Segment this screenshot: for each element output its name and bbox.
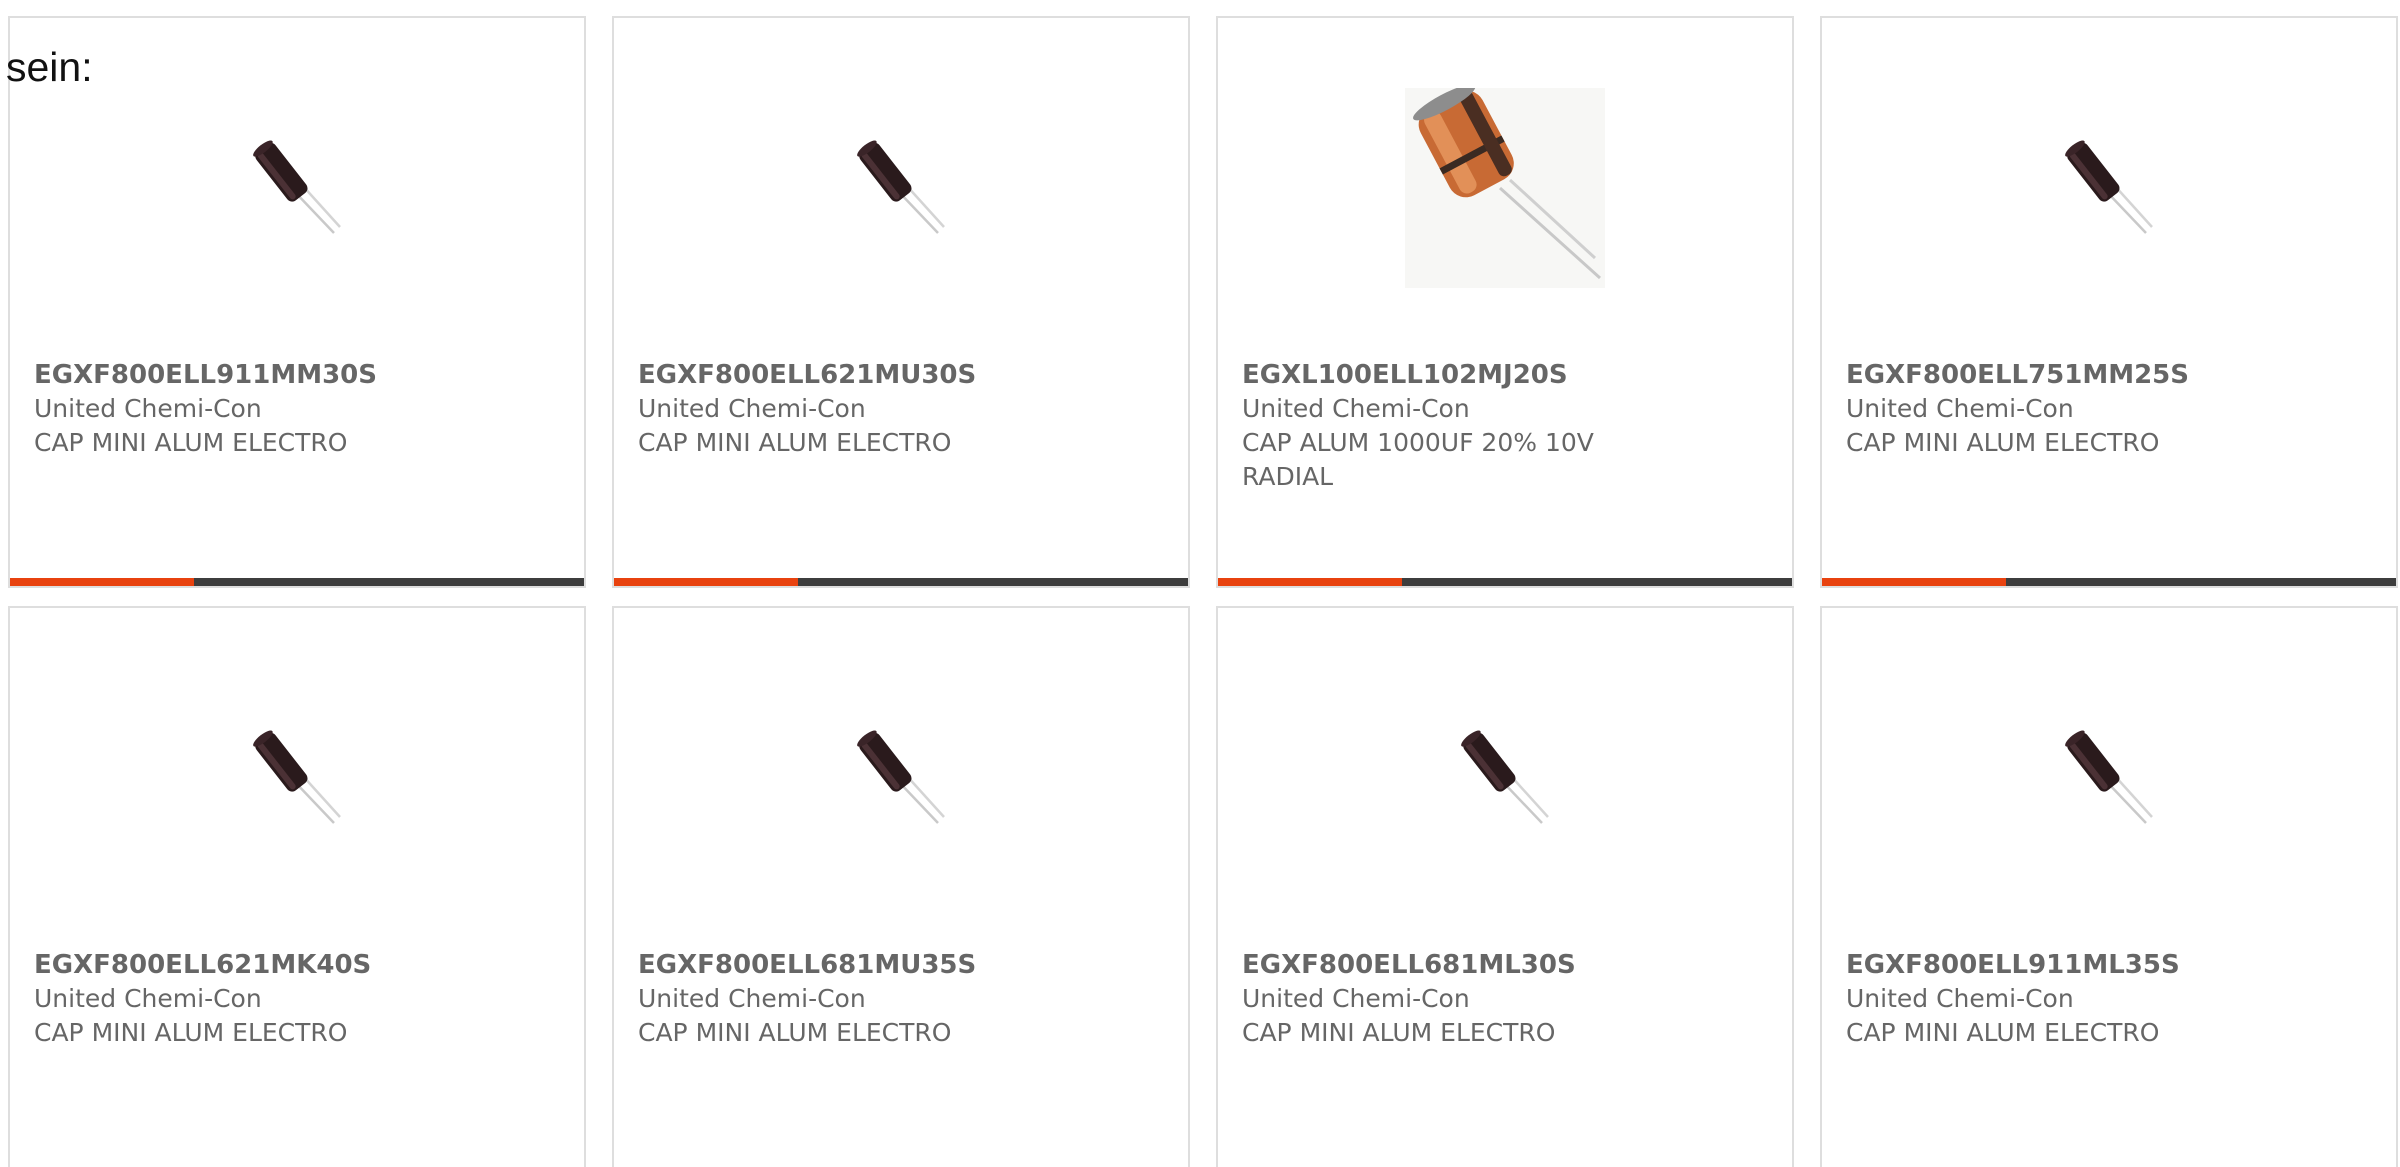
product-image: [614, 88, 1188, 288]
part-number[interactable]: EGXL100ELL102MJ20S: [1242, 358, 1768, 392]
card-accent-bar-fill: [614, 578, 798, 586]
product-description: CAP MINI ALUM ELECTRO: [1242, 1018, 1556, 1047]
product-info: EGXF800ELL911ML35S United Chemi-Con CAP …: [1846, 948, 2372, 1050]
manufacturer-name: United Chemi-Con: [34, 394, 262, 423]
small-black-capacitor-icon: [253, 730, 341, 824]
intro-text: sein:: [6, 44, 93, 90]
small-black-capacitor-icon: [1461, 730, 1549, 824]
small-black-capacitor-icon: [253, 140, 341, 234]
product-image: [614, 678, 1188, 878]
product-info: EGXF800ELL681MU35S United Chemi-Con CAP …: [638, 948, 1164, 1050]
part-number[interactable]: EGXF800ELL911ML35S: [1846, 948, 2372, 982]
product-info: EGXF800ELL621MK40S United Chemi-Con CAP …: [34, 948, 560, 1050]
manufacturer-name: United Chemi-Con: [34, 984, 262, 1013]
product-info: EGXL100ELL102MJ20S United Chemi-Con CAP …: [1242, 358, 1768, 494]
product-image: [10, 88, 584, 288]
product-image: [10, 678, 584, 878]
manufacturer-name: United Chemi-Con: [638, 984, 866, 1013]
card-accent-bar-fill: [1218, 578, 1402, 586]
small-black-capacitor-icon: [857, 730, 945, 824]
product-card[interactable]: EGXF800ELL621MU30S United Chemi-Con CAP …: [612, 16, 1190, 588]
card-accent-bar: [1822, 578, 2396, 586]
card-accent-bar-fill: [1822, 578, 2006, 586]
product-description: CAP MINI ALUM ELECTRO: [34, 1018, 348, 1047]
part-number[interactable]: EGXF800ELL681ML30S: [1242, 948, 1768, 982]
product-image: [1218, 88, 1792, 288]
product-info: EGXF800ELL911MM30S United Chemi-Con CAP …: [34, 358, 560, 460]
product-card[interactable]: EGXF800ELL621MK40S United Chemi-Con CAP …: [8, 606, 586, 1167]
product-info: EGXF800ELL681ML30S United Chemi-Con CAP …: [1242, 948, 1768, 1050]
product-image: [1218, 678, 1792, 878]
card-accent-bar-fill: [10, 578, 194, 586]
product-card[interactable]: EGXF800ELL911ML35S United Chemi-Con CAP …: [1820, 606, 2398, 1167]
manufacturer-name: United Chemi-Con: [1242, 984, 1470, 1013]
card-accent-bar: [10, 578, 584, 586]
page: sein: EGXF800ELL911MM30S United Chemi-Co…: [0, 0, 2400, 1167]
card-accent-bar: [1218, 578, 1792, 586]
product-info: EGXF800ELL621MU30S United Chemi-Con CAP …: [638, 358, 1164, 460]
part-number[interactable]: EGXF800ELL621MU30S: [638, 358, 1164, 392]
product-card[interactable]: EGXF800ELL681MU35S United Chemi-Con CAP …: [612, 606, 1190, 1167]
product-grid: EGXF800ELL911MM30S United Chemi-Con CAP …: [8, 16, 2398, 1167]
product-card[interactable]: EGXL100ELL102MJ20S United Chemi-Con CAP …: [1216, 16, 1794, 588]
product-description: CAP ALUM 1000UF 20% 10V RADIAL: [1242, 428, 1594, 491]
product-description: CAP MINI ALUM ELECTRO: [638, 1018, 952, 1047]
small-black-capacitor-icon: [857, 140, 945, 234]
product-description: CAP MINI ALUM ELECTRO: [34, 428, 348, 457]
large-orange-capacitor-icon: [1405, 88, 1605, 288]
product-info: EGXF800ELL751MM25S United Chemi-Con CAP …: [1846, 358, 2372, 460]
card-accent-bar: [614, 578, 1188, 586]
product-card[interactable]: EGXF800ELL681ML30S United Chemi-Con CAP …: [1216, 606, 1794, 1167]
part-number[interactable]: EGXF800ELL681MU35S: [638, 948, 1164, 982]
part-number[interactable]: EGXF800ELL621MK40S: [34, 948, 560, 982]
small-black-capacitor-icon: [2065, 140, 2153, 234]
small-black-capacitor-icon: [2065, 730, 2153, 824]
product-image: [1822, 678, 2396, 878]
manufacturer-name: United Chemi-Con: [638, 394, 866, 423]
part-number[interactable]: EGXF800ELL911MM30S: [34, 358, 560, 392]
product-description: CAP MINI ALUM ELECTRO: [1846, 428, 2160, 457]
part-number[interactable]: EGXF800ELL751MM25S: [1846, 358, 2372, 392]
product-description: CAP MINI ALUM ELECTRO: [638, 428, 952, 457]
product-image: [1822, 88, 2396, 288]
product-card[interactable]: EGXF800ELL911MM30S United Chemi-Con CAP …: [8, 16, 586, 588]
manufacturer-name: United Chemi-Con: [1846, 394, 2074, 423]
manufacturer-name: United Chemi-Con: [1846, 984, 2074, 1013]
product-description: CAP MINI ALUM ELECTRO: [1846, 1018, 2160, 1047]
manufacturer-name: United Chemi-Con: [1242, 394, 1470, 423]
product-card[interactable]: EGXF800ELL751MM25S United Chemi-Con CAP …: [1820, 16, 2398, 588]
